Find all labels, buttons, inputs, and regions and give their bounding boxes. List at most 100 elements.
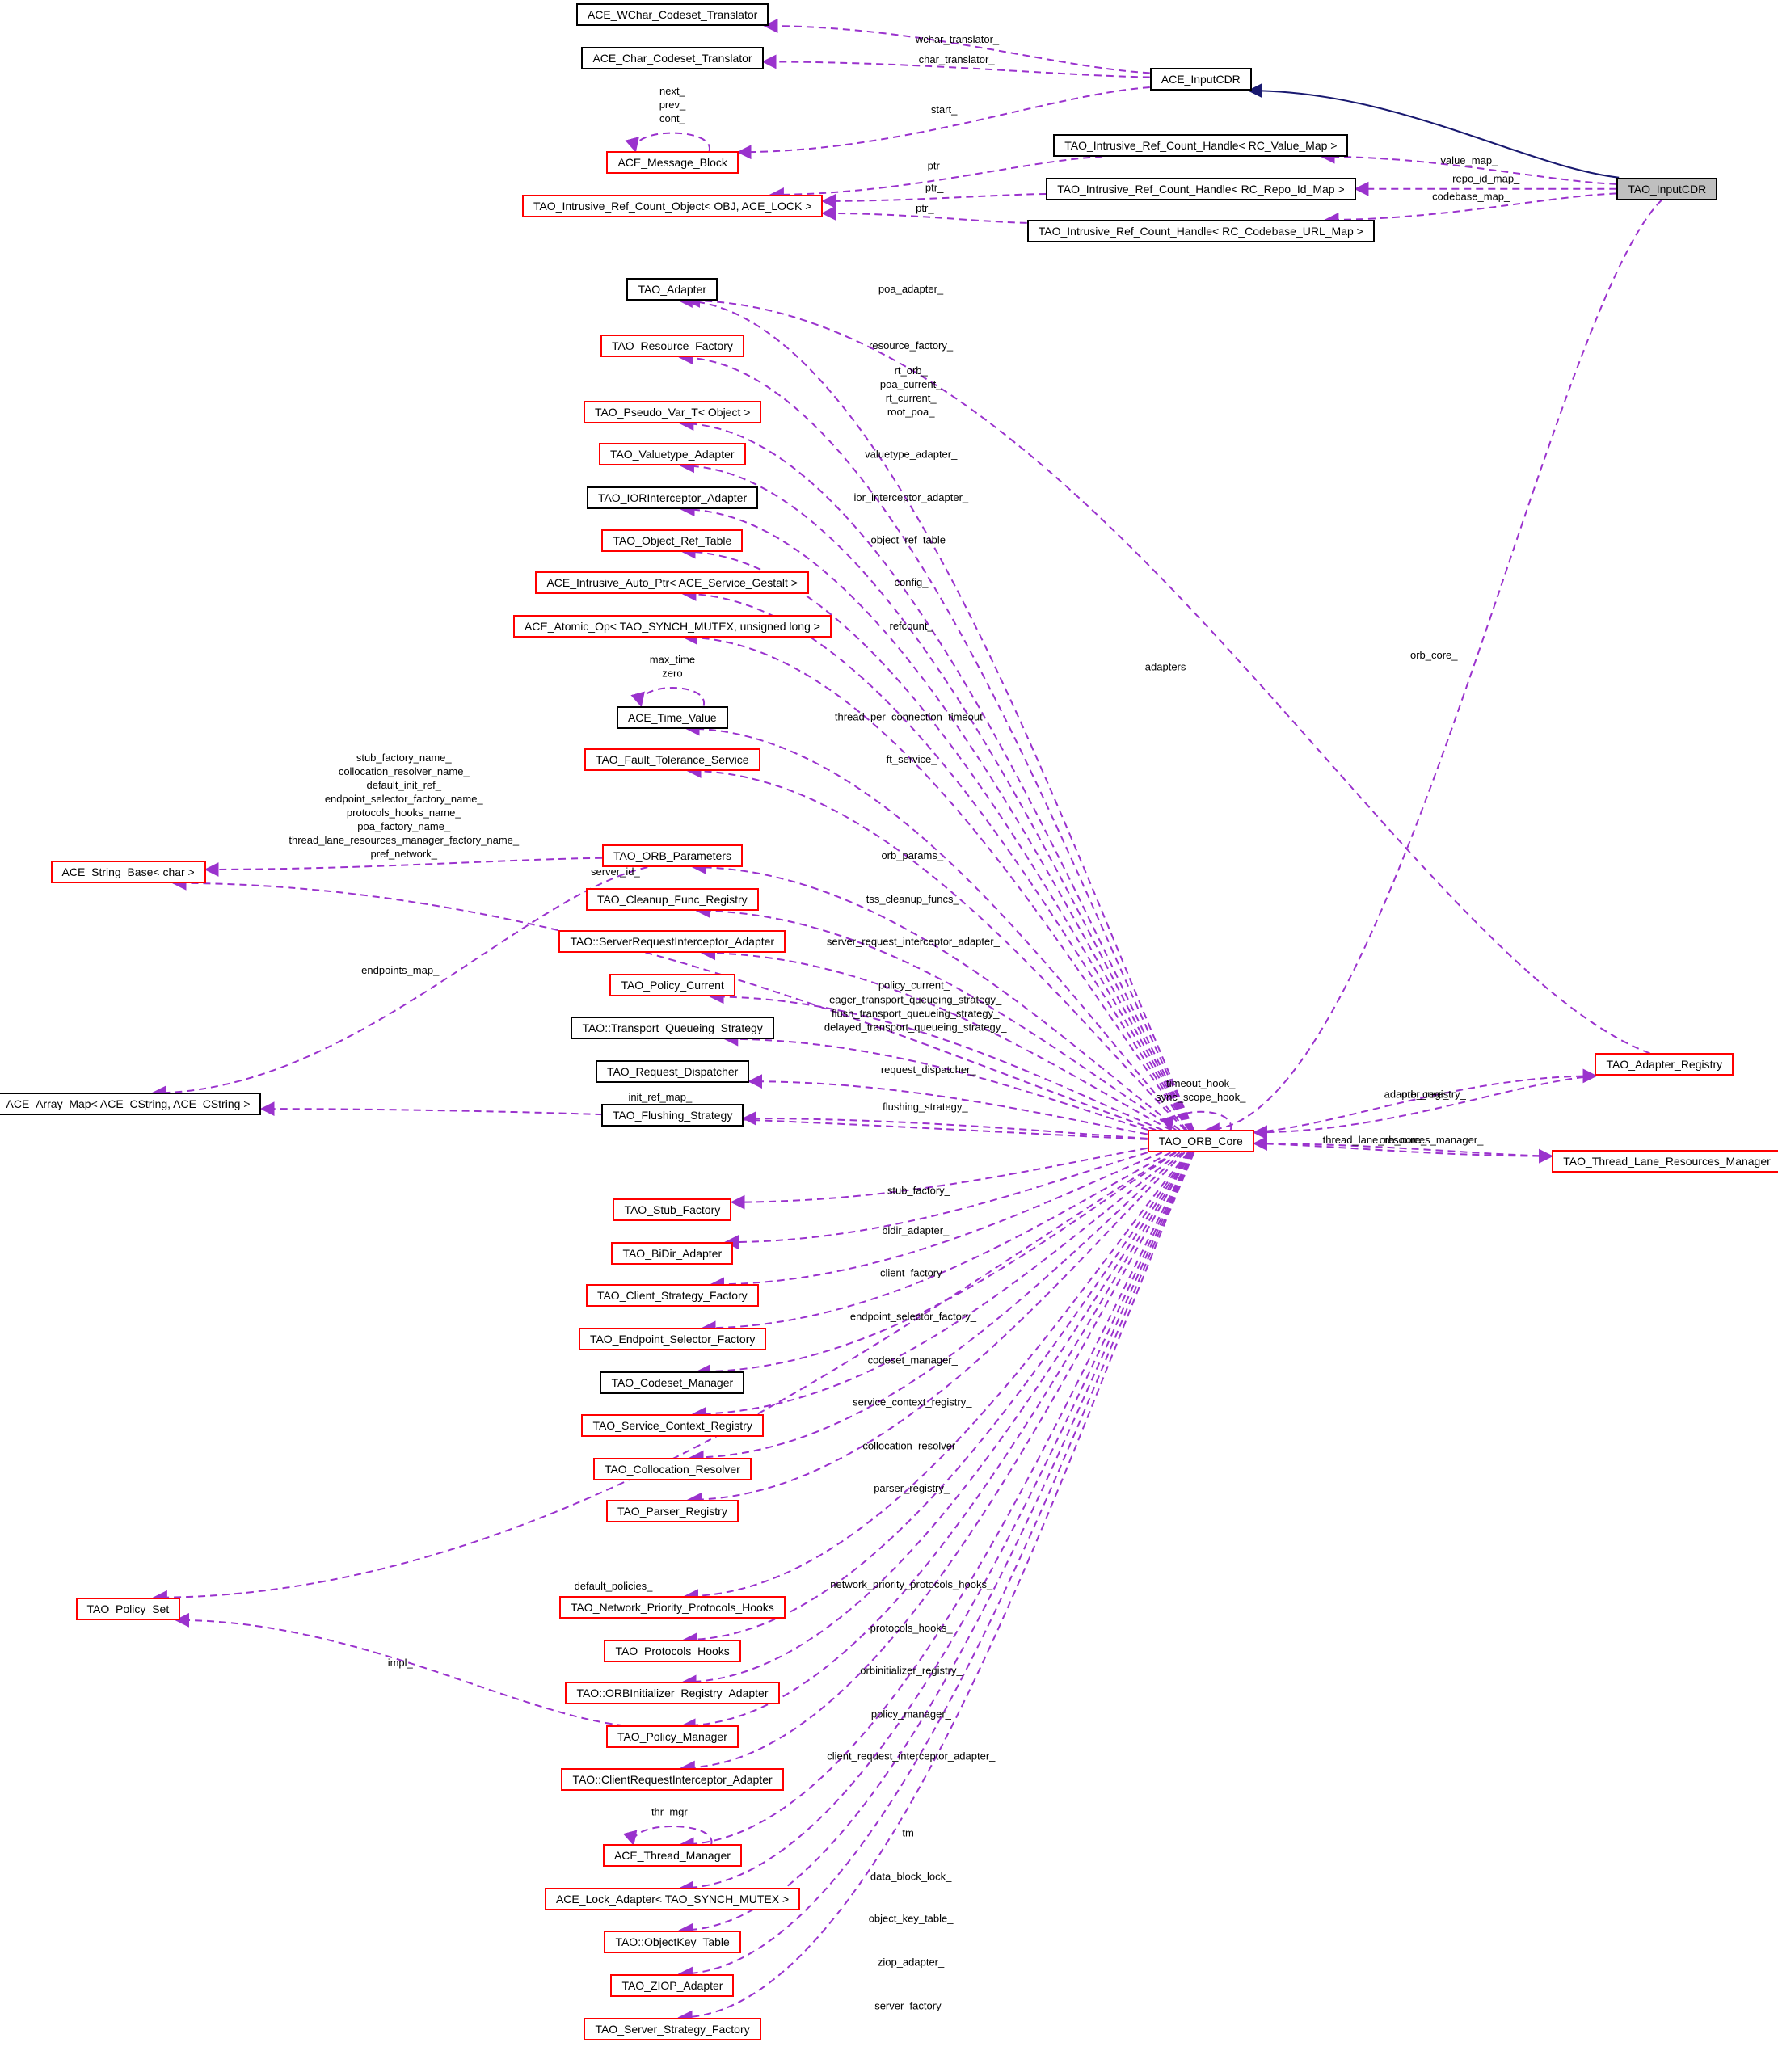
- edge-label: timeout_hook_: [1166, 1077, 1236, 1089]
- class-node-tao-irch-repo[interactable]: TAO_Intrusive_Ref_Count_Handle< RC_Repo_…: [1046, 177, 1356, 200]
- edge-tao-orb-core-to-ace-intrusive-auto-ptr: [681, 586, 1191, 1131]
- class-node-tao-cria[interactable]: TAO::ClientRequestInterceptor_Adapter: [561, 1767, 784, 1791]
- class-node-tao-irch-codebase[interactable]: TAO_Intrusive_Ref_Count_Handle< RC_Codeb…: [1026, 220, 1375, 243]
- edge-label: valuetype_adapter_: [865, 448, 958, 460]
- edge-label: stub_factory_: [887, 1185, 951, 1197]
- class-node-tao-client-strategy[interactable]: TAO_Client_Strategy_Factory: [585, 1284, 759, 1308]
- edge-label: flushing_strategy_: [883, 1101, 968, 1113]
- edge-label: next_: [659, 85, 686, 97]
- edge-label: rt_orb_: [895, 364, 929, 377]
- class-node-tao-request-dispatcher[interactable]: TAO_Request_Dispatcher: [595, 1059, 750, 1083]
- edge-label: wchar_translator_: [915, 33, 1000, 45]
- edge-label: thread_per_connection_timeout_: [835, 711, 989, 723]
- edge-label: object_ref_table_: [871, 534, 953, 546]
- edge-label: codebase_map_: [1432, 191, 1510, 203]
- class-node-ace-string-base[interactable]: ACE_String_Base< char >: [50, 860, 206, 883]
- edge-ace-thread-manager-to-ace-thread-manager: [622, 1825, 713, 1847]
- edge-label: tss_cleanup_funcs_: [866, 893, 960, 905]
- edge-label: delayed_transport_queueing_strategy_: [824, 1021, 1007, 1034]
- class-node-tao-policy-set[interactable]: TAO_Policy_Set: [75, 1597, 181, 1620]
- edge-label: cont_: [659, 112, 686, 124]
- edge-label: service_context_registry_: [853, 1396, 972, 1409]
- class-node-tao-ft-service[interactable]: TAO_Fault_Tolerance_Service: [584, 748, 760, 771]
- edge-tao-policy-manager-to-tao-policy-set: [175, 1612, 625, 1727]
- class-node-tao-resource-factory[interactable]: TAO_Resource_Factory: [600, 335, 744, 358]
- class-node-tao-irch-value[interactable]: TAO_Intrusive_Ref_Count_Handle< RC_Value…: [1053, 133, 1349, 157]
- class-node-ace-thread-manager[interactable]: ACE_Thread_Manager: [602, 1844, 742, 1868]
- edge-label: poa_adapter_: [878, 283, 944, 295]
- edge-label: thr_mgr_: [651, 1805, 694, 1817]
- edge-label: root_poa_: [887, 406, 935, 418]
- class-node-tao-service-context[interactable]: TAO_Service_Context_Registry: [581, 1413, 764, 1437]
- class-node-tao-irco[interactable]: TAO_Intrusive_Ref_Count_Object< OBJ, ACE…: [521, 194, 824, 217]
- class-node-tao-adapter[interactable]: TAO_Adapter: [626, 277, 718, 301]
- class-node-tao-policy-manager[interactable]: TAO_Policy_Manager: [605, 1725, 739, 1749]
- edge-label: server_request_interceptor_adapter_: [827, 935, 1001, 947]
- class-node-ace-time-value[interactable]: ACE_Time_Value: [616, 705, 728, 729]
- class-node-ace-intrusive-auto-ptr[interactable]: ACE_Intrusive_Auto_Ptr< ACE_Service_Gest…: [535, 571, 809, 594]
- class-node-tao-pseudo-var[interactable]: TAO_Pseudo_Var_T< Object >: [583, 400, 762, 423]
- edge-label: endpoint_selector_factory_: [850, 1310, 977, 1322]
- class-node-tao-ziop[interactable]: TAO_ZIOP_Adapter: [610, 1973, 735, 1997]
- edge-label: collocation_resolver_: [862, 1440, 962, 1452]
- edge-label: adapters_: [1145, 661, 1193, 673]
- edge-tao-orb-params-to-ace-array-map: [151, 866, 648, 1101]
- edge-label: request_dispatcher_: [881, 1063, 977, 1076]
- class-node-tao-server-strategy[interactable]: TAO_Server_Strategy_Factory: [584, 2017, 761, 2040]
- class-node-tao-collocation[interactable]: TAO_Collocation_Resolver: [592, 1457, 752, 1480]
- class-node-ace-array-map[interactable]: ACE_Array_Map< ACE_CString, ACE_CString …: [0, 1093, 262, 1116]
- collaboration-diagram: wchar_translator_ char_translator_ start_ n…: [0, 0, 1778, 2072]
- edge-tao-irch-repo-to-tao-irco: [821, 192, 1047, 208]
- edge-label: resource_factory_: [869, 339, 954, 352]
- class-node-tao-endpoint-selector[interactable]: TAO_Endpoint_Selector_Factory: [578, 1328, 767, 1351]
- class-node-tao-cleanup[interactable]: TAO_Cleanup_Func_Registry: [585, 888, 759, 912]
- edge-label: start_: [931, 103, 958, 116]
- edge-tao-inputcdr-to-tao-orb-core: [1204, 200, 1662, 1138]
- class-node-tao-iorinterceptor[interactable]: TAO_IORInterceptor_Adapter: [586, 486, 759, 510]
- edge-label: orb_core_: [1410, 649, 1458, 661]
- class-node-tao-orb-params[interactable]: TAO_ORB_Parameters: [601, 844, 743, 868]
- edge-label: codeset_manager_: [868, 1354, 959, 1366]
- class-node-tao-inputcdr[interactable]: TAO_InputCDR: [1616, 177, 1718, 200]
- class-node-tao-sria[interactable]: TAO::ServerRequestInterceptor_Adapter: [558, 930, 786, 954]
- class-node-ace-char[interactable]: ACE_Char_Codeset_Translator: [581, 46, 764, 69]
- class-node-tao-orb-core[interactable]: TAO_ORB_Core: [1147, 1130, 1254, 1153]
- edge-label: bidir_adapter_: [882, 1224, 950, 1236]
- edge-tao-orb-core-to-tao-tqs: [723, 1031, 1148, 1131]
- class-node-tao-codeset-manager[interactable]: TAO_Codeset_Manager: [600, 1371, 745, 1395]
- edge-label: thread_lane_resources_manager_: [1323, 1134, 1485, 1146]
- edge-tao-irch-codebase-to-tao-irco: [821, 205, 1027, 224]
- edge-label: policy_manager_: [871, 1708, 952, 1720]
- class-node-tao-policy-current[interactable]: TAO_Policy_Current: [609, 974, 735, 997]
- edge-label: max_time: [650, 654, 695, 666]
- edge-label: rt_current_: [886, 392, 937, 404]
- class-node-tao-adapter-registry[interactable]: TAO_Adapter_Registry: [1595, 1053, 1734, 1076]
- class-node-tao-tlrm[interactable]: TAO_Thread_Lane_Resources_Manager: [1552, 1149, 1778, 1173]
- edge-label: init_ref_map_: [628, 1091, 693, 1103]
- class-node-tao-tqs[interactable]: TAO::Transport_Queueing_Strategy: [571, 1016, 774, 1039]
- class-node-tao-valuetype-adapter[interactable]: TAO_Valuetype_Adapter: [598, 443, 746, 466]
- edge-label: ziop_adapter_: [878, 1956, 945, 1969]
- edge-tao-orb-core-to-tao-object-ref-table: [680, 544, 1192, 1131]
- class-node-tao-flushing[interactable]: TAO_Flushing_Strategy: [600, 1103, 744, 1127]
- class-node-tao-protocols-hooks[interactable]: TAO_Protocols_Hooks: [604, 1640, 741, 1663]
- edge-label: protocols_hooks_: [870, 1622, 954, 1634]
- edge-label: server_factory_: [874, 2000, 947, 2012]
- class-node-ace-wchar[interactable]: ACE_WChar_Codeset_Translator: [575, 2, 769, 26]
- class-node-tao-object-ref-table[interactable]: TAO_Object_Ref_Table: [601, 529, 744, 552]
- class-node-ace-atomic-op[interactable]: ACE_Atomic_Op< TAO_SYNCH_MUTEX, unsigned…: [512, 614, 832, 638]
- edge-label: poa_factory_name_: [357, 820, 451, 832]
- class-node-tao-orbinit-reg[interactable]: TAO::ORBInitializer_Registry_Adapter: [565, 1682, 780, 1705]
- class-node-tao-objectkey-table[interactable]: TAO::ObjectKey_Table: [604, 1930, 741, 1953]
- class-node-tao-bidir[interactable]: TAO_BiDir_Adapter: [611, 1242, 734, 1266]
- class-node-tao-npph[interactable]: TAO_Network_Priority_Protocols_Hooks: [558, 1596, 786, 1619]
- class-node-ace-lock-adapter[interactable]: ACE_Lock_Adapter< TAO_SYNCH_MUTEX >: [544, 1888, 801, 1911]
- edge-label: client_factory_: [880, 1266, 949, 1278]
- class-node-ace-msgblock[interactable]: ACE_Message_Block: [606, 151, 739, 175]
- class-node-ace-inputcdr[interactable]: ACE_InputCDR: [1149, 68, 1252, 91]
- class-node-tao-stub-factory[interactable]: TAO_Stub_Factory: [613, 1198, 732, 1222]
- class-node-tao-parser-registry[interactable]: TAO_Parser_Registry: [605, 1499, 739, 1522]
- edge-label: default_policies_: [575, 1580, 654, 1592]
- edge-label: data_block_lock_: [870, 1870, 952, 1882]
- edge-label: ft_service_: [887, 753, 938, 765]
